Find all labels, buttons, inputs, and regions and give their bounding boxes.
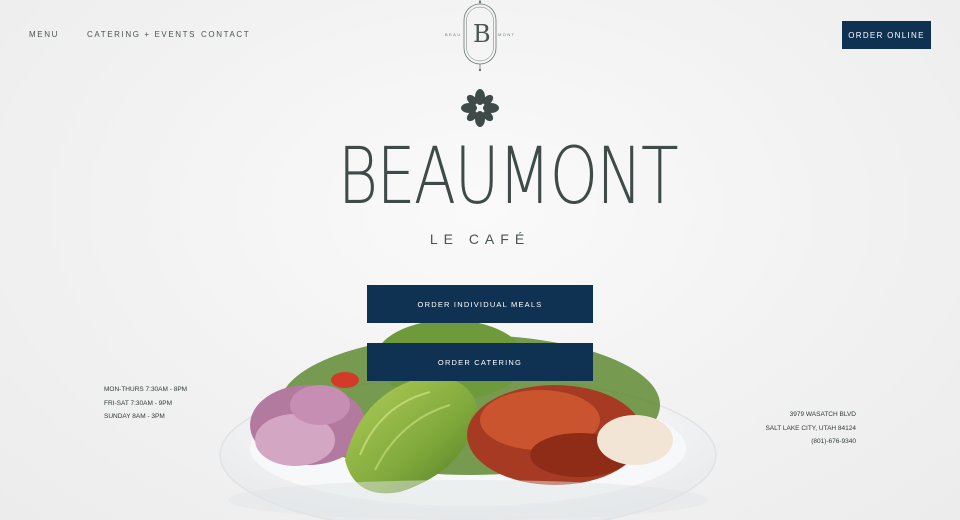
nav-catering-events-link[interactable]: CATERING + EVENTS <box>87 30 196 39</box>
address-street: 3979 WASATCH BLVD <box>789 411 856 418</box>
order-online-button[interactable]: ORDER ONLINE <box>842 21 931 49</box>
hours-line: SUNDAY 8AM - 3PM <box>104 413 165 420</box>
monogram-logo[interactable]: B BEAU MONT <box>440 0 520 74</box>
address-block: 3979 WASATCH BLVD SALT LAKE CITY, UTAH 8… <box>765 408 856 449</box>
hours-line: MON-THURS 7:30AM - 8PM <box>104 386 188 393</box>
order-catering-button[interactable]: ORDER CATERING <box>367 343 593 381</box>
nav-contact-link[interactable]: CONTACT <box>201 30 250 39</box>
monogram-right-text: MONT <box>498 32 516 37</box>
flower-icon <box>461 89 499 127</box>
order-individual-meals-button[interactable]: ORDER INDIVIDUAL MEALS <box>367 285 593 323</box>
monogram-left-text: BEAU <box>445 32 462 37</box>
hours-line: FRI-SAT 7:30AM - 9PM <box>104 399 173 407</box>
business-hours: MON-THURS 7:30AM - 8PM FRI-SAT 7:30AM - … <box>104 383 187 424</box>
address-city: SALT LAKE CITY, UTAH 84124 <box>765 424 856 432</box>
brand-subtitle: LE CAFÉ <box>429 231 531 247</box>
phone-number[interactable]: (801)-676-9340 <box>765 435 856 449</box>
nav-menu-link[interactable]: MENU <box>29 30 59 39</box>
monogram-letter: B <box>473 20 491 48</box>
brand-title: BEAUMONT <box>337 132 679 222</box>
